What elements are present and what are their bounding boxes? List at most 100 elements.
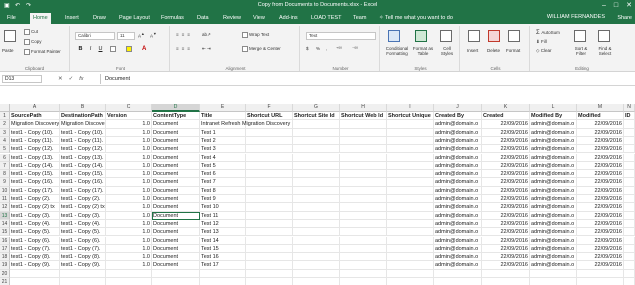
table-cell[interactable]: 22/09/2016 xyxy=(577,236,624,245)
tab-team[interactable]: Team xyxy=(350,14,369,24)
row-header[interactable]: 11 xyxy=(0,195,10,204)
table-cell[interactable] xyxy=(624,161,635,171)
table-cell[interactable]: admin@domain.o xyxy=(530,236,577,245)
table-cell[interactable]: test1 - Copy (5). xyxy=(10,228,60,237)
table-cell[interactable]: Test 4 xyxy=(200,153,246,162)
table-cell[interactable] xyxy=(624,153,635,162)
table-cell[interactable]: Document xyxy=(152,128,200,137)
table-cell[interactable]: admin@domain.o xyxy=(530,153,577,162)
table-cell[interactable] xyxy=(387,253,434,262)
table-cell[interactable] xyxy=(246,195,293,204)
table-cell[interactable]: admin@domain.o xyxy=(530,203,577,212)
table-cell[interactable]: test1 - Copy (15). xyxy=(10,170,60,179)
table-cell[interactable]: 22/09/2016 xyxy=(482,128,530,137)
table-cell[interactable]: test1 - Copy (3). xyxy=(10,211,60,220)
table-cell[interactable] xyxy=(293,228,340,237)
delete-cells-button[interactable] xyxy=(488,30,501,42)
table-cell[interactable]: admin@domain.o xyxy=(434,219,482,229)
tab-load-test[interactable]: LOAD TEST xyxy=(308,14,344,24)
tab-page-layout[interactable]: Page Layout xyxy=(116,14,153,24)
table-cell[interactable]: test1 - Copy (5). xyxy=(60,228,106,237)
header-cell[interactable]: Created xyxy=(482,112,530,121)
table-cell[interactable]: admin@domain.o xyxy=(434,128,482,137)
table-cell[interactable] xyxy=(340,269,387,278)
table-cell[interactable]: 1.0 xyxy=(106,136,152,146)
table-cell[interactable]: test1 - Copy (9). xyxy=(60,261,106,270)
table-cell[interactable]: admin@domain.o xyxy=(530,211,577,220)
table-cell[interactable]: Document xyxy=(152,219,200,229)
table-cell[interactable]: 22/09/2016 xyxy=(577,211,624,220)
table-cell[interactable]: Test 8 xyxy=(200,186,246,195)
table-cell[interactable] xyxy=(246,211,293,220)
table-cell[interactable]: test1 - Copy (9). xyxy=(10,261,60,270)
table-cell[interactable] xyxy=(293,219,340,229)
table-cell[interactable] xyxy=(340,261,387,270)
table-cell[interactable] xyxy=(340,211,387,220)
table-cell[interactable]: 22/09/2016 xyxy=(577,244,624,254)
table-cell[interactable] xyxy=(340,170,387,179)
table-cell[interactable]: 1.0 xyxy=(106,219,152,229)
row-header[interactable]: 9 xyxy=(0,178,10,187)
grow-font-icon[interactable]: A▲ xyxy=(138,32,145,39)
table-cell[interactable] xyxy=(624,261,635,270)
table-cell[interactable]: Document xyxy=(152,236,200,245)
fill-color-button[interactable] xyxy=(126,46,133,52)
table-cell[interactable]: Test 7 xyxy=(200,178,246,187)
table-cell[interactable] xyxy=(293,244,340,254)
table-cell[interactable]: Document xyxy=(152,153,200,162)
table-cell[interactable] xyxy=(293,153,340,162)
table-cell[interactable]: test1 - Copy (7). xyxy=(10,244,60,254)
row-header[interactable]: 8 xyxy=(0,170,10,179)
clear-button[interactable]: ◇ Clear xyxy=(536,48,551,54)
table-cell[interactable]: Test 15 xyxy=(200,244,246,254)
sort-filter-button[interactable] xyxy=(574,30,587,42)
table-cell[interactable]: test1 - Copy (12). xyxy=(10,145,60,154)
table-cell[interactable]: admin@domain.o xyxy=(530,170,577,179)
table-cell[interactable]: 22/09/2016 xyxy=(482,195,530,204)
table-cell[interactable] xyxy=(60,269,106,278)
table-cell[interactable]: 1.0 xyxy=(106,211,152,220)
table-cell[interactable] xyxy=(246,244,293,254)
table-cell[interactable] xyxy=(293,203,340,212)
table-cell[interactable] xyxy=(624,120,635,129)
table-cell[interactable] xyxy=(106,278,152,285)
font-name-dropdown[interactable]: Calibri xyxy=(75,32,115,40)
table-cell[interactable] xyxy=(340,153,387,162)
table-cell[interactable]: Test 17 xyxy=(200,261,246,270)
table-cell[interactable] xyxy=(200,269,246,278)
table-cell[interactable] xyxy=(624,269,635,278)
table-cell[interactable]: admin@domain.o xyxy=(530,253,577,262)
table-cell[interactable]: test1 - Copy (15). xyxy=(60,170,106,179)
table-cell[interactable]: 22/09/2016 xyxy=(577,228,624,237)
table-cell[interactable]: test1 - Copy (11). xyxy=(10,136,60,146)
table-cell[interactable] xyxy=(624,219,635,229)
table-cell[interactable]: admin@domain.o xyxy=(530,161,577,171)
table-cell[interactable]: Document xyxy=(152,161,200,171)
header-cell[interactable]: Title xyxy=(200,112,246,121)
table-cell[interactable]: admin@domain.o xyxy=(530,219,577,229)
table-cell[interactable]: admin@domain.o xyxy=(434,170,482,179)
table-cell[interactable] xyxy=(246,278,293,285)
column-header-a[interactable]: A xyxy=(10,104,60,112)
select-all-corner[interactable] xyxy=(0,104,10,112)
table-cell[interactable] xyxy=(387,161,434,171)
tab-review[interactable]: Review xyxy=(220,14,244,24)
table-cell[interactable]: 1.0 xyxy=(106,120,152,129)
table-cell[interactable]: 1.0 xyxy=(106,261,152,270)
table-cell[interactable]: 1.0 xyxy=(106,170,152,179)
decrease-decimal-icon[interactable]: ⁻⁰⁰ xyxy=(352,46,358,52)
table-cell[interactable] xyxy=(293,269,340,278)
tab-add-ins[interactable]: Add-ins xyxy=(276,14,301,24)
insert-function-icon[interactable]: fx xyxy=(79,75,83,83)
row-header[interactable]: 20 xyxy=(0,269,10,278)
table-cell[interactable]: test1 - Copy (2) tx xyxy=(60,203,106,212)
orientation-icon[interactable]: ab↗ xyxy=(202,32,211,38)
table-cell[interactable]: 22/09/2016 xyxy=(482,228,530,237)
insert-cells-button[interactable] xyxy=(468,30,481,42)
header-cell[interactable]: Shortcut Unique xyxy=(387,112,434,121)
table-cell[interactable]: test1 - Copy (14). xyxy=(10,161,60,171)
column-header-j[interactable]: J xyxy=(434,104,482,112)
find-select-button[interactable] xyxy=(598,30,611,42)
tab-insert[interactable]: Insert xyxy=(62,14,82,24)
format-as-table-button[interactable] xyxy=(415,30,428,42)
